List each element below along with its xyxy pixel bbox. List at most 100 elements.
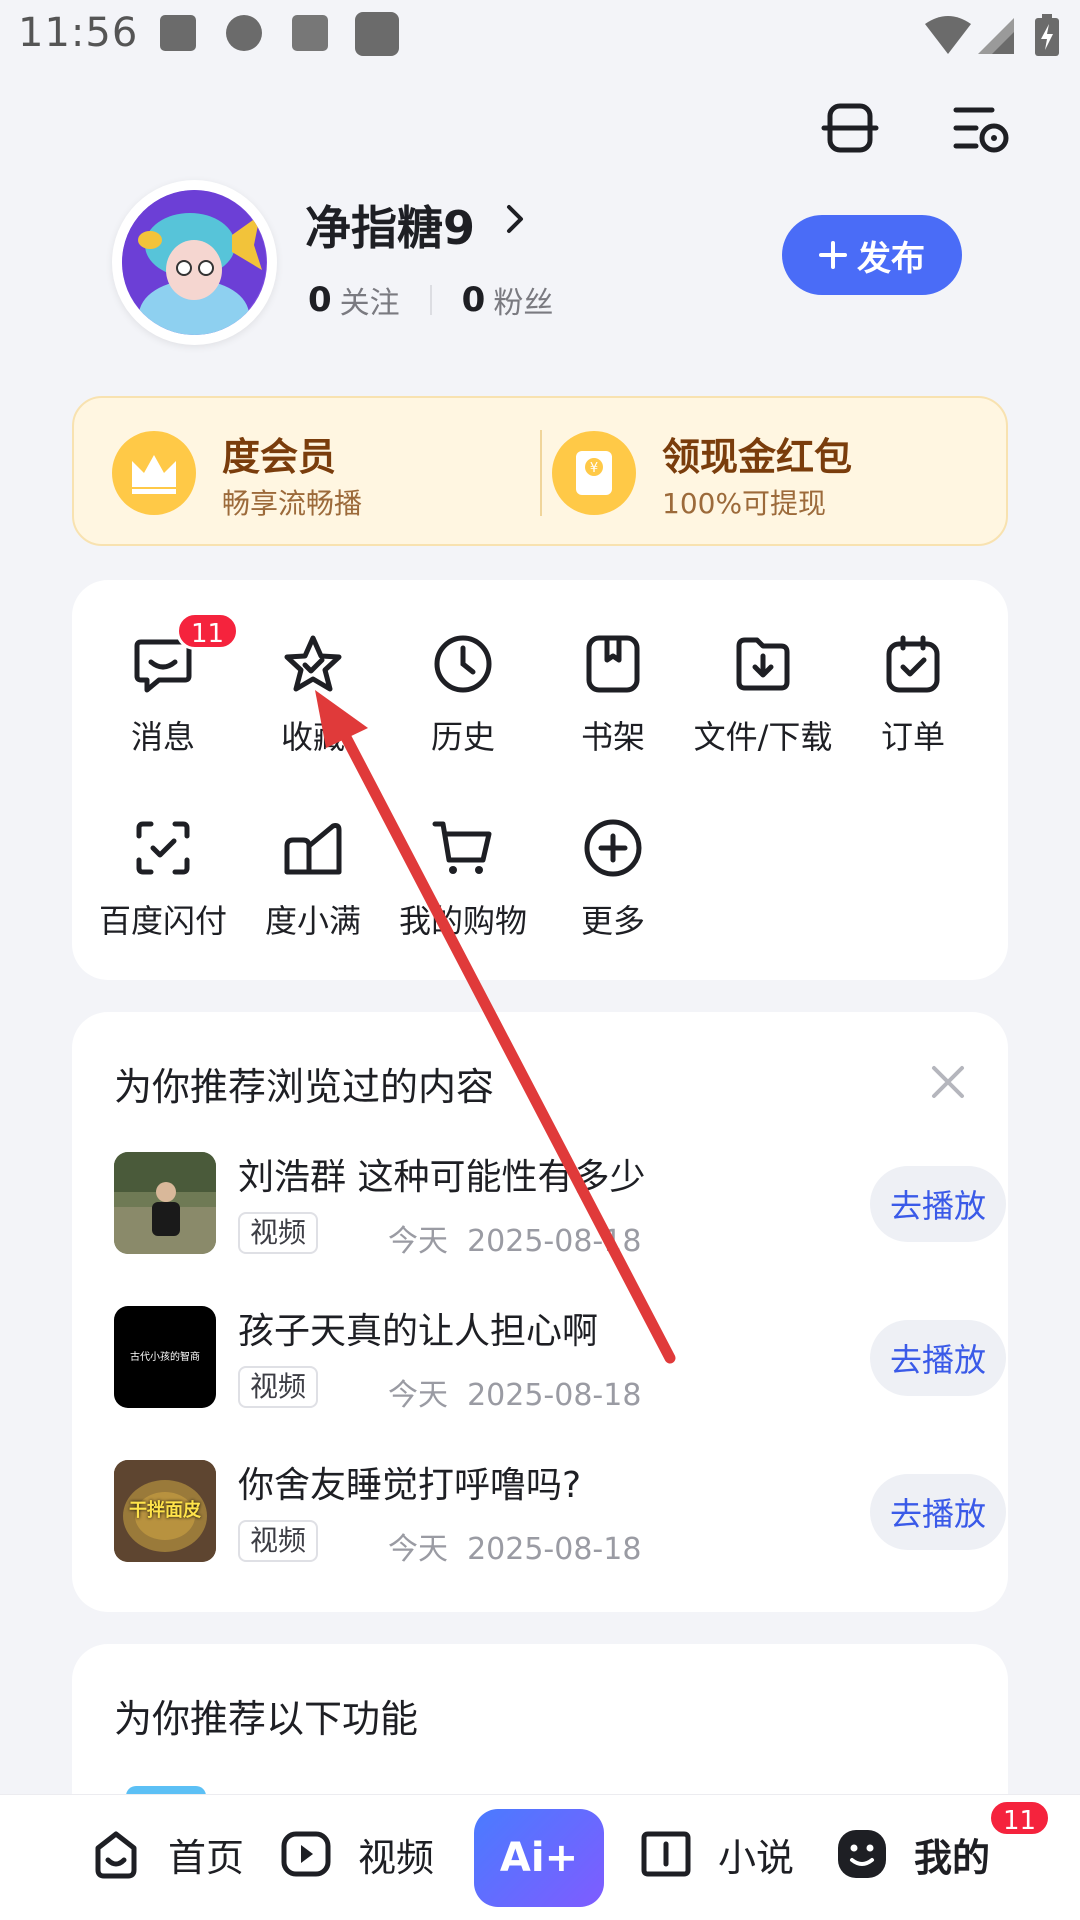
nav-mine-badge: 11 <box>988 1799 1052 1837</box>
keyboard-notification-icon <box>292 15 328 51</box>
battery-icon <box>1035 14 1059 56</box>
nav-novel[interactable]: 小说 <box>638 1819 794 1889</box>
view-day: 今天 <box>388 1224 448 1259</box>
list-item[interactable]: 古代小孩的智商 孩子天真的让人担心啊 视频 今天 2025-08-18 去播放 <box>114 1306 1006 1413</box>
nav-ai-button[interactable]: Ai+ <box>474 1809 604 1907</box>
followers-label[interactable]: 粉丝 <box>493 278 553 322</box>
status-bar: 11:56 <box>0 0 1080 72</box>
view-date: 2025-08-18 <box>467 1532 642 1567</box>
grid-item-label: 收藏 <box>280 718 345 756</box>
app-notification-icon <box>355 12 399 56</box>
function-grid-card: 消息 11 收藏 历史 书架 文件/下载 订单 百度闪付 度小满 我的购物 更多 <box>72 580 1008 980</box>
wifi-icon <box>925 16 971 54</box>
profile-section: 净指糖9 0 关注 0 粉丝 发布 <box>0 170 1080 360</box>
features-title: 为你推荐以下功能 <box>114 1697 419 1741</box>
publish-label: 发布 <box>857 238 925 279</box>
play-button[interactable]: 去播放 <box>870 1166 1006 1242</box>
nav-mine[interactable]: 我的 <box>834 1819 990 1889</box>
avatar[interactable] <box>112 180 277 345</box>
grid-item-duxiaoman[interactable]: 度小满 <box>238 816 388 946</box>
grid-item-baidu-pay[interactable]: 百度闪付 <box>88 816 238 946</box>
stats-divider <box>429 285 432 315</box>
grid-item-label: 更多 <box>580 902 645 940</box>
star-icon <box>284 635 342 692</box>
red-packet-promo[interactable]: ¥ 领现金红包 100%可提现 <box>542 398 1010 548</box>
grid-item-bookshelf[interactable]: 书架 <box>538 632 688 762</box>
view-date: 2025-08-18 <box>467 1378 642 1413</box>
grid-item-history[interactable]: 历史 <box>388 632 538 762</box>
grid-item-label: 消息 <box>130 718 195 756</box>
recommend-title: 为你推荐浏览过的内容 <box>114 1065 495 1109</box>
video-thumbnail: 干拌面皮 <box>114 1460 216 1562</box>
grid-item-label: 度小满 <box>264 902 361 940</box>
view-date: 2025-08-18 <box>467 1224 642 1259</box>
cart-icon <box>432 821 492 874</box>
settings-icon[interactable] <box>950 98 1010 158</box>
list-item[interactable]: 刘浩群 这种可能性有多少 视频 今天 2025-08-18 去播放 <box>114 1152 1006 1259</box>
username[interactable]: 净指糖9 <box>305 192 475 258</box>
video-title: 你舍友睡觉打呼噜吗? <box>238 1465 582 1506</box>
thumbnail-text: 古代小孩的智商 <box>130 1352 200 1363</box>
crown-icon <box>112 431 196 515</box>
grid-item-label: 历史 <box>430 718 495 756</box>
grid-item-label: 订单 <box>880 718 945 756</box>
home-icon <box>95 1831 137 1879</box>
chevron-right-icon[interactable] <box>500 204 530 234</box>
message-badge: 11 <box>176 612 240 650</box>
grid-item-favorites[interactable]: 收藏 <box>238 632 388 762</box>
avatar-image <box>122 190 267 335</box>
nav-novel-label: 小说 <box>718 1835 795 1880</box>
vip-membership[interactable]: 度会员 畅享流畅播 <box>74 398 542 548</box>
video-meta: 今天 2025-08-18 <box>388 1216 641 1260</box>
scan-pay-icon <box>136 821 190 875</box>
close-icon[interactable] <box>930 1064 966 1100</box>
svg-text:¥: ¥ <box>590 461 598 476</box>
nav-video[interactable]: 视频 <box>278 1819 434 1889</box>
red-packet-title: 领现金红包 <box>662 435 853 479</box>
following-label[interactable]: 关注 <box>340 278 400 322</box>
download-folder-icon <box>736 637 790 691</box>
recommend-card: 为你推荐浏览过的内容 刘浩群 这种可能性有多少 视频 今天 2025-08-18… <box>72 1012 1008 1612</box>
plus-circle-icon <box>584 819 642 877</box>
bookshelf-icon <box>586 635 640 693</box>
nav-mine-label: 我的 <box>914 1835 991 1880</box>
video-thumbnail <box>114 1152 216 1254</box>
grid-item-orders[interactable]: 订单 <box>838 632 988 762</box>
status-time: 11:56 <box>18 10 139 56</box>
video-thumbnail: 古代小孩的智商 <box>114 1306 216 1408</box>
nav-home[interactable]: 首页 <box>88 1819 244 1889</box>
grid-item-downloads[interactable]: 文件/下载 <box>688 632 838 762</box>
grid-item-messages[interactable]: 消息 11 <box>88 612 240 762</box>
signal-icon <box>978 18 1014 54</box>
bottom-nav: 首页 视频 Ai+ 小说 我的 11 <box>0 1794 1080 1920</box>
clock-icon <box>434 635 492 693</box>
list-item[interactable]: 干拌面皮 你舍友睡觉打呼噜吗? 视频 今天 2025-08-18 去播放 <box>114 1460 1006 1567</box>
vip-banner: 度会员 畅享流畅播 ¥ 领现金红包 100%可提现 <box>72 396 1008 546</box>
view-day: 今天 <box>388 1532 448 1567</box>
red-packet-subtitle: 100%可提现 <box>662 487 827 520</box>
content-type-tag: 视频 <box>238 1520 319 1562</box>
video-title: 孩子天真的让人担心啊 <box>238 1311 599 1352</box>
scan-icon[interactable] <box>820 98 880 158</box>
followers-count[interactable]: 0 <box>462 280 486 320</box>
video-title: 刘浩群 这种可能性有多少 <box>238 1157 646 1198</box>
vip-title: 度会员 <box>222 435 337 479</box>
plus-icon <box>819 241 847 269</box>
grid-item-label: 我的购物 <box>398 902 527 940</box>
video-play-icon <box>281 1831 331 1877</box>
play-button[interactable]: 去播放 <box>870 1474 1006 1550</box>
profile-face-icon <box>838 1830 886 1878</box>
thumbnail-text: 干拌面皮 <box>129 1500 201 1521</box>
video-meta: 今天 2025-08-18 <box>388 1524 641 1568</box>
red-packet-icon: ¥ <box>552 431 636 515</box>
nav-home-label: 首页 <box>168 1835 245 1880</box>
profile-stats: 0 关注 0 粉丝 <box>308 278 553 322</box>
nav-video-label: 视频 <box>358 1835 435 1880</box>
following-count[interactable]: 0 <box>308 280 332 320</box>
play-button[interactable]: 去播放 <box>870 1320 1006 1396</box>
video-meta: 今天 2025-08-18 <box>388 1370 641 1414</box>
grid-item-shopping[interactable]: 我的购物 <box>388 816 538 946</box>
grid-item-more[interactable]: 更多 <box>538 816 688 946</box>
content-type-tag: 视频 <box>238 1212 319 1254</box>
publish-button[interactable]: 发布 <box>782 215 962 295</box>
